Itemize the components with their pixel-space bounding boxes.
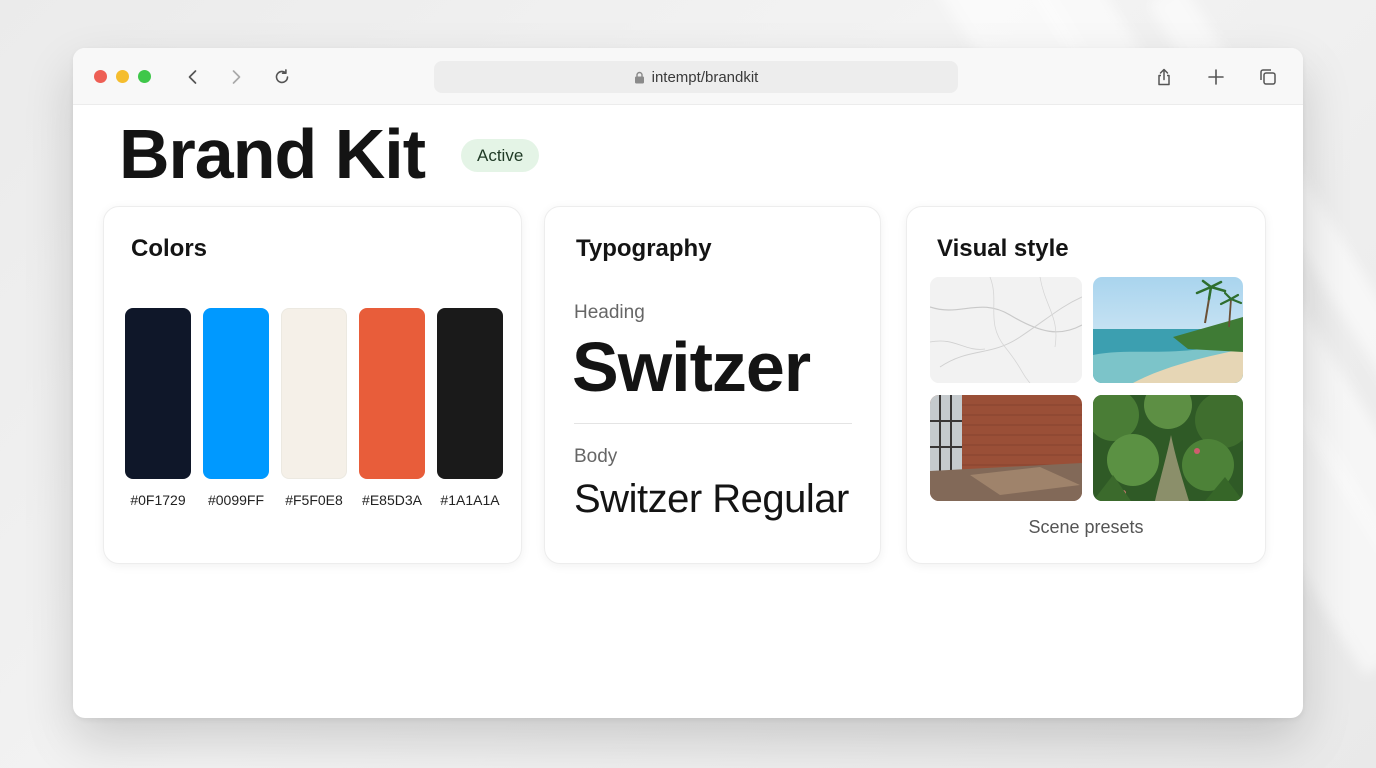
heading-label: Heading bbox=[574, 302, 645, 323]
swatch-item[interactable]: #F5F0E8 bbox=[281, 308, 347, 508]
body-label: Body bbox=[574, 446, 618, 467]
address-bar[interactable]: intempt/brandkit bbox=[434, 61, 958, 93]
brick-room-image bbox=[930, 395, 1082, 501]
page-title: Brand Kit bbox=[119, 115, 426, 193]
divider bbox=[574, 423, 852, 424]
color-swatch[interactable] bbox=[281, 308, 347, 479]
color-swatches: #0F1729 #0099FF #F5F0E8 #E85D3A #1A1A1A bbox=[125, 308, 503, 508]
swatch-hex: #0F1729 bbox=[130, 492, 186, 508]
reload-button[interactable] bbox=[270, 65, 294, 89]
scene-grid bbox=[930, 277, 1243, 501]
forward-button[interactable] bbox=[224, 65, 248, 89]
status-badge: Active bbox=[461, 139, 540, 172]
swatch-hex: #E85D3A bbox=[362, 492, 422, 508]
color-swatch[interactable] bbox=[125, 308, 191, 479]
jungle-image bbox=[1093, 395, 1243, 501]
beach-image bbox=[1093, 277, 1243, 383]
new-tab-button[interactable] bbox=[1204, 65, 1228, 89]
heading-font-sample[interactable]: Switzer bbox=[572, 327, 811, 407]
color-swatch[interactable] bbox=[437, 308, 503, 479]
swatch-hex: #F5F0E8 bbox=[285, 492, 343, 508]
swatch-item[interactable]: #0F1729 bbox=[125, 308, 191, 508]
jungle-scene[interactable] bbox=[1093, 395, 1243, 501]
swatch-item[interactable]: #1A1A1A bbox=[437, 308, 503, 508]
color-swatch[interactable] bbox=[203, 308, 269, 479]
brick-room-scene[interactable] bbox=[930, 395, 1082, 501]
typography-card: Typography Heading Switzer Body Switzer … bbox=[544, 206, 881, 564]
tab-overview-button[interactable] bbox=[1256, 65, 1280, 89]
visual-style-card: Visual style Scene presets bbox=[906, 206, 1266, 564]
browser-toolbar: intempt/brandkit bbox=[73, 48, 1303, 105]
chevron-right-icon bbox=[232, 70, 241, 84]
browser-window: intempt/brandkit Brand Kit Active Colors… bbox=[73, 48, 1303, 718]
swatch-hex: #0099FF bbox=[207, 492, 265, 508]
address-text: intempt/brandkit bbox=[651, 68, 759, 86]
scene-presets-caption: Scene presets bbox=[1028, 517, 1144, 537]
typography-title: Typography bbox=[576, 235, 712, 262]
swatch-item[interactable]: #0099FF bbox=[203, 308, 269, 508]
plus-icon bbox=[1208, 69, 1224, 85]
chevron-left-icon bbox=[188, 70, 197, 84]
marble-scene[interactable] bbox=[930, 277, 1082, 383]
close-window-button[interactable] bbox=[94, 70, 107, 83]
share-icon bbox=[1158, 68, 1170, 86]
visual-style-title: Visual style bbox=[937, 235, 1069, 262]
colors-title: Colors bbox=[131, 235, 208, 262]
lock-icon bbox=[634, 71, 644, 83]
minimize-window-button[interactable] bbox=[116, 70, 129, 83]
body-font-sample[interactable]: Switzer Regular bbox=[574, 477, 849, 522]
colors-card: Colors #0F1729 #0099FF #F5F0E8 #E85D3A #… bbox=[103, 206, 522, 564]
swatch-item[interactable]: #E85D3A bbox=[359, 308, 425, 508]
swatch-hex: #1A1A1A bbox=[440, 492, 500, 508]
beach-scene[interactable] bbox=[1093, 277, 1243, 383]
zoom-window-button[interactable] bbox=[138, 70, 151, 83]
marble-image bbox=[930, 277, 1082, 383]
share-button[interactable] bbox=[1152, 65, 1176, 89]
tabs-icon bbox=[1260, 69, 1276, 85]
back-button[interactable] bbox=[181, 65, 205, 89]
color-swatch[interactable] bbox=[359, 308, 425, 479]
reload-icon bbox=[275, 69, 289, 84]
